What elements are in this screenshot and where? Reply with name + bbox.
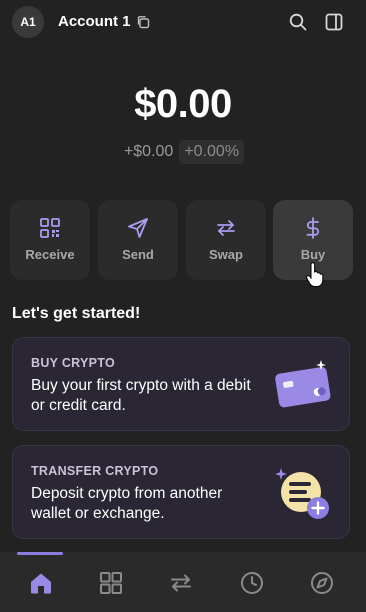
- activity-swap-icon[interactable]: [168, 570, 194, 596]
- receive-button[interactable]: Receive: [10, 200, 90, 280]
- send-button[interactable]: Send: [98, 200, 178, 280]
- receive-label: Receive: [25, 247, 75, 262]
- wallet-app: A1 Account 1 $0.00 +$0.00 +0.00% Receive…: [0, 0, 366, 612]
- qr-code-icon: [40, 218, 60, 238]
- quick-actions: Receive Send Swap Buy: [10, 200, 353, 280]
- apps-grid-icon[interactable]: [98, 570, 124, 596]
- swap-label: Swap: [209, 247, 243, 262]
- explore-compass-icon[interactable]: [309, 570, 335, 596]
- balance-change: +$0.00 +0.00%: [0, 139, 366, 165]
- swap-icon: [217, 220, 235, 236]
- get-started-title: Let's get started!: [12, 305, 141, 322]
- buy-crypto-kicker: BUY CRYPTO: [31, 356, 116, 370]
- send-icon: [128, 218, 148, 238]
- active-tab-indicator: [17, 552, 63, 555]
- search-icon[interactable]: [288, 12, 308, 32]
- total-balance: $0.00: [134, 82, 232, 126]
- side-panel-icon[interactable]: [324, 12, 344, 32]
- account-name[interactable]: Account 1: [58, 13, 131, 30]
- avatar-initials: A1: [20, 15, 36, 29]
- copy-icon[interactable]: [136, 15, 150, 29]
- header: A1 Account 1: [0, 0, 366, 46]
- hand-pointer-cursor-icon: [306, 262, 324, 287]
- transfer-crypto-body: Deposit crypto from another wallet or ex…: [31, 485, 223, 522]
- account-avatar[interactable]: A1: [12, 6, 44, 38]
- swap-button[interactable]: Swap: [186, 200, 266, 280]
- send-label: Send: [122, 247, 154, 262]
- home-icon[interactable]: [28, 570, 54, 596]
- deposit-icon: [275, 468, 329, 519]
- dollar-icon: [306, 217, 320, 239]
- history-clock-icon[interactable]: [239, 570, 265, 596]
- transfer-crypto-card[interactable]: TRANSFER CRYPTO Deposit crypto from anot…: [12, 445, 350, 539]
- buy-crypto-body: Buy your first crypto with a debit or cr…: [31, 377, 251, 414]
- buy-crypto-card[interactable]: BUY CRYPTO Buy your first crypto with a …: [12, 337, 350, 431]
- bottom-nav: [0, 552, 366, 612]
- credit-card-icon: [275, 360, 331, 408]
- transfer-crypto-kicker: TRANSFER CRYPTO: [31, 464, 159, 478]
- change-percent: +0.00%: [179, 140, 245, 164]
- change-absolute: +$0.00: [123, 143, 174, 160]
- buy-label: Buy: [300, 247, 326, 262]
